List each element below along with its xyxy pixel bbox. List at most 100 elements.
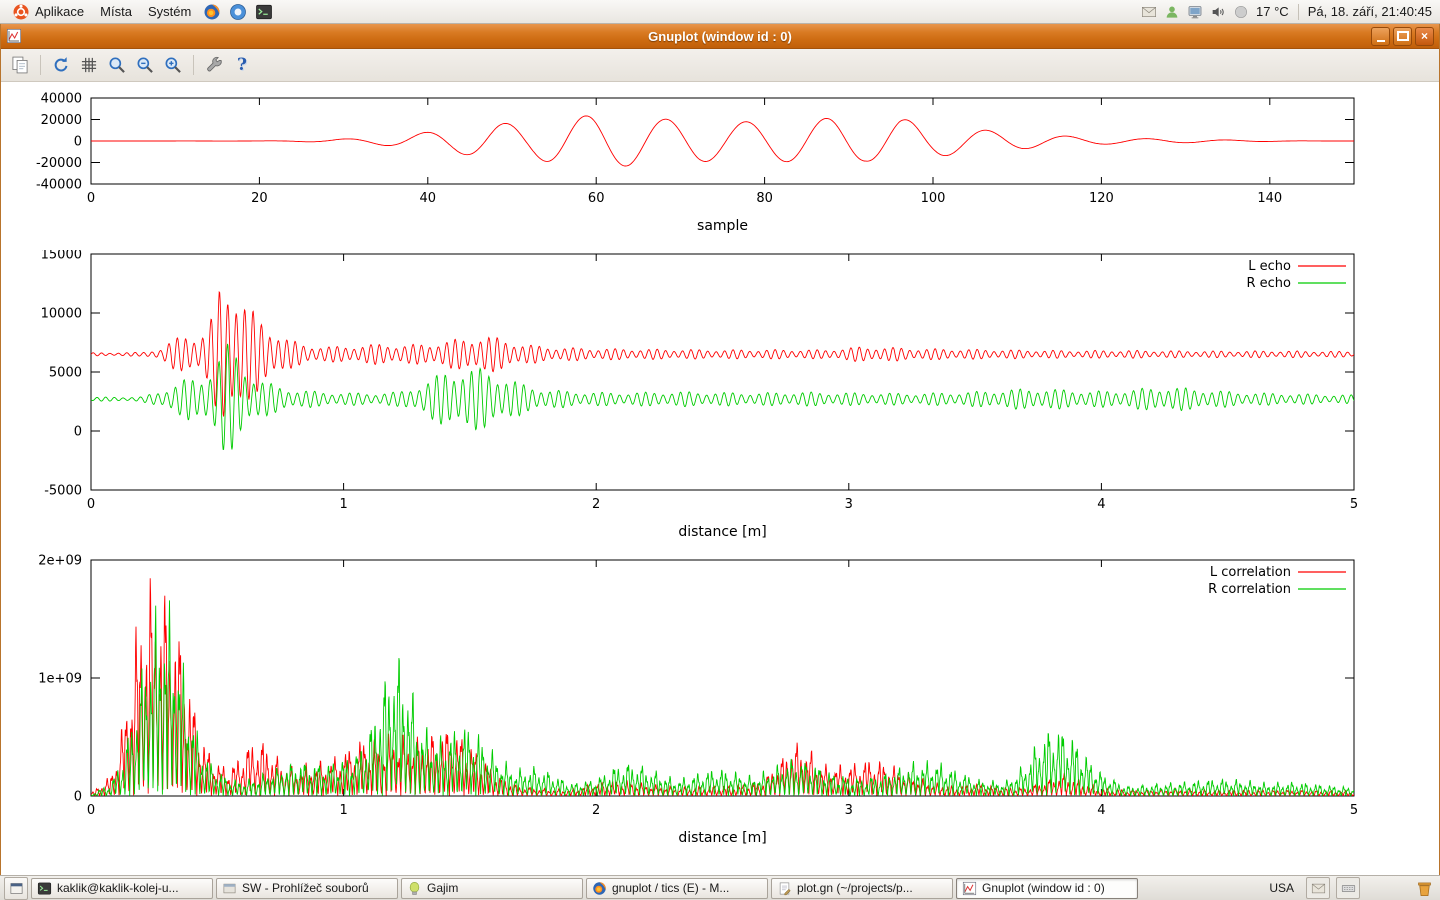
zoom-next-button[interactable]: [160, 52, 186, 78]
trash-icon: [1415, 879, 1434, 898]
svg-text:distance [m]: distance [m]: [678, 524, 766, 540]
svg-text:0: 0: [74, 790, 82, 805]
svg-text:0: 0: [87, 191, 95, 206]
question-mark-icon: ?: [237, 55, 247, 75]
text-editor-icon: [777, 881, 792, 896]
toggle-grid-button[interactable]: [76, 52, 102, 78]
svg-text:4: 4: [1097, 497, 1105, 512]
svg-text:20000: 20000: [41, 113, 82, 128]
volume-icon[interactable]: [1210, 4, 1226, 20]
menu-system-label: Systém: [148, 4, 191, 19]
svg-text:-5000: -5000: [44, 484, 82, 499]
svg-text:5: 5: [1350, 803, 1358, 818]
mail-icon[interactable]: [1141, 4, 1157, 20]
menu-applications-label: Aplikace: [35, 4, 84, 19]
copy-button[interactable]: [7, 52, 33, 78]
clock-label[interactable]: Pá, 18. září, 21:40:45: [1308, 4, 1432, 19]
svg-text:3: 3: [845, 803, 853, 818]
svg-text:R correlation: R correlation: [1208, 582, 1291, 597]
firefox-icon: [203, 3, 221, 21]
taskbar-item-terminal[interactable]: kaklik@kaklik-kolej-u...: [31, 878, 213, 899]
svg-text:40: 40: [420, 191, 437, 206]
chart-correlation[interactable]: 01234501e+092e+09distance [m]L correlati…: [1, 554, 1440, 854]
trash-applet[interactable]: [1412, 877, 1436, 899]
taskbar-item-gajim[interactable]: Gajim: [401, 878, 583, 899]
settings-button[interactable]: [201, 52, 227, 78]
svg-text:1: 1: [339, 803, 347, 818]
taskbar-item-label: Gajim: [427, 881, 458, 895]
user-switcher-icon[interactable]: [1164, 4, 1180, 20]
autoscale-button[interactable]: [104, 52, 130, 78]
close-button[interactable]: ×: [1415, 27, 1434, 46]
window-toolbar: ?: [1, 49, 1439, 82]
computer-icon[interactable]: [1187, 4, 1203, 20]
chart-sample-waveform[interactable]: 020406080100120140-40000-200000200004000…: [1, 90, 1440, 250]
gajim-icon: [407, 881, 422, 896]
taskbar-item-label: SW - Prohlížeč souborů: [242, 881, 369, 895]
chart-echo-waveforms[interactable]: 012345-5000050001000015000distance [m]L …: [1, 250, 1440, 550]
svg-text:3: 3: [845, 497, 853, 512]
svg-text:5: 5: [1350, 497, 1358, 512]
svg-text:20: 20: [251, 191, 268, 206]
menu-system[interactable]: Systém: [140, 0, 199, 24]
plot-canvas[interactable]: 020406080100120140-40000-200000200004000…: [1, 82, 1439, 875]
terminal-icon: [255, 3, 273, 21]
menu-places-label: Místa: [100, 4, 132, 19]
mail-icon: [1311, 881, 1326, 896]
svg-text:4: 4: [1097, 803, 1105, 818]
window-title: Gnuplot (window id : 0): [1, 29, 1439, 44]
help-button[interactable]: ?: [229, 52, 255, 78]
refresh-icon: [51, 55, 71, 75]
show-desktop-button[interactable]: [4, 877, 28, 900]
svg-text:0: 0: [87, 803, 95, 818]
tray-mail[interactable]: [1306, 877, 1330, 899]
svg-text:80: 80: [756, 191, 773, 206]
top-panel: Aplikace Místa Systém 17 °C Pá, 18. září…: [0, 0, 1440, 24]
menu-applications[interactable]: Aplikace: [4, 0, 92, 24]
replot-button[interactable]: [48, 52, 74, 78]
wrench-icon: [204, 55, 224, 75]
svg-text:-20000: -20000: [36, 156, 82, 171]
toolbar-separator: [193, 55, 194, 75]
ubuntu-logo-icon: [12, 3, 30, 21]
window-titlebar[interactable]: Gnuplot (window id : 0) ×: [1, 24, 1439, 49]
svg-text:100: 100: [921, 191, 946, 206]
gnuplot-icon: [962, 881, 977, 896]
grid-icon: [79, 55, 99, 75]
maximize-button[interactable]: [1393, 27, 1412, 46]
launcher-terminal[interactable]: [254, 2, 274, 22]
toolbar-separator: [40, 55, 41, 75]
svg-text:60: 60: [588, 191, 605, 206]
tray-keyboard[interactable]: [1336, 877, 1360, 899]
taskbar-item-label: plot.gn (~/projects/p...: [797, 881, 913, 895]
taskbar-item-browser[interactable]: gnuplot / tics (E) - M...: [586, 878, 768, 899]
weather-icon[interactable]: [1233, 4, 1249, 20]
launcher-help[interactable]: [228, 2, 248, 22]
menu-places[interactable]: Místa: [92, 0, 140, 24]
svg-text:distance [m]: distance [m]: [678, 830, 766, 846]
minimize-button[interactable]: [1371, 27, 1390, 46]
taskbar-item-editor[interactable]: plot.gn (~/projects/p...: [771, 878, 953, 899]
launcher-firefox[interactable]: [202, 2, 222, 22]
file-manager-icon: [222, 881, 237, 896]
svg-text:40000: 40000: [41, 92, 82, 107]
keyboard-layout-indicator[interactable]: USA: [1263, 881, 1300, 895]
keyboard-icon: [1341, 881, 1356, 896]
firefox-icon: [592, 881, 607, 896]
svg-text:L echo: L echo: [1248, 259, 1291, 274]
temperature-label[interactable]: 17 °C: [1256, 4, 1289, 19]
svg-text:5000: 5000: [49, 366, 82, 381]
taskbar-item-gnuplot[interactable]: Gnuplot (window id : 0): [956, 878, 1138, 899]
svg-text:10000: 10000: [41, 307, 82, 322]
window-icon: [9, 881, 24, 896]
zoom-out-icon: [135, 55, 155, 75]
svg-text:1: 1: [339, 497, 347, 512]
svg-text:L correlation: L correlation: [1210, 565, 1291, 580]
svg-text:0: 0: [87, 497, 95, 512]
svg-text:sample: sample: [697, 218, 748, 234]
svg-text:0: 0: [74, 135, 82, 150]
taskbar-item-file-manager[interactable]: SW - Prohlížeč souborů: [216, 878, 398, 899]
zoom-previous-button[interactable]: [132, 52, 158, 78]
gnuplot-window: Gnuplot (window id : 0) ×: [0, 24, 1440, 875]
taskbar: kaklik@kaklik-kolej-u... SW - Prohlížeč …: [0, 875, 1440, 900]
